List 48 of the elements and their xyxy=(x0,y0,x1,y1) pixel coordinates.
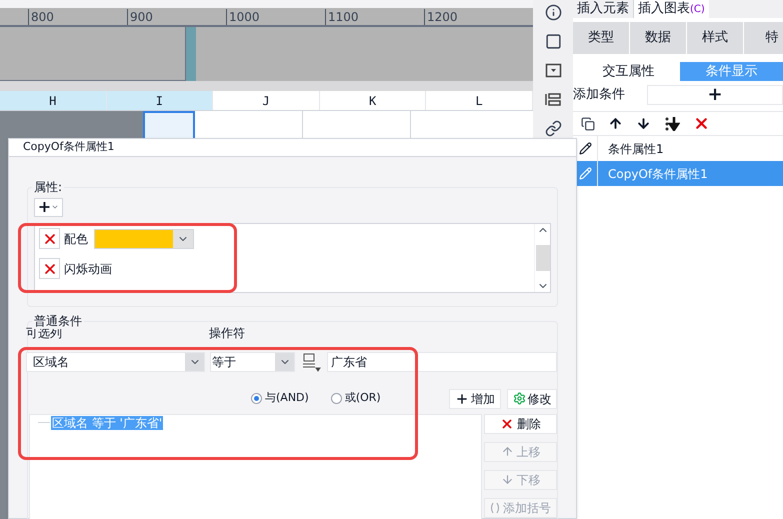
add-button[interactable]: 增加 xyxy=(449,388,501,408)
side-button[interactable]: 删除 xyxy=(484,414,557,434)
color-dropdown[interactable] xyxy=(94,228,194,248)
move-bottom-icon[interactable] xyxy=(664,116,680,131)
parentheses-icon xyxy=(490,502,500,514)
condition-name: CopyOf条件属性1 xyxy=(607,166,708,182)
delete-icon[interactable] xyxy=(693,115,710,132)
link-icon[interactable] xyxy=(544,120,562,137)
close-icon xyxy=(500,416,514,430)
column-header[interactable]: H xyxy=(0,91,107,110)
attributes-legend: 属性: xyxy=(32,178,64,194)
column-combo[interactable]: 区域名 xyxy=(26,352,205,372)
info-icon[interactable] xyxy=(544,4,562,21)
attribute-label: 配色 xyxy=(64,230,88,248)
panel-tab[interactable]: 数据 xyxy=(630,22,686,54)
layers-icon[interactable] xyxy=(544,91,562,108)
add-attribute-button[interactable]: + xyxy=(34,198,63,216)
value-field[interactable]: 广东省 xyxy=(327,352,557,372)
square-icon[interactable] xyxy=(544,33,562,50)
logic-radio[interactable]: 或(OR) xyxy=(330,390,381,407)
remove-button[interactable] xyxy=(39,228,60,249)
caret-icon xyxy=(51,203,60,211)
plus-icon xyxy=(455,392,469,406)
operator-label: 操作符 xyxy=(209,326,245,340)
dropdown-box-icon[interactable] xyxy=(544,62,562,79)
logic-radio[interactable]: 与(AND) xyxy=(251,390,309,407)
gear-icon xyxy=(512,392,526,405)
panel-tab[interactable]: 类型 xyxy=(573,22,629,54)
add-condition-button[interactable]: + xyxy=(647,85,783,105)
column-header[interactable]: I xyxy=(106,91,214,110)
conditions-legend: 普通条件 xyxy=(32,312,84,328)
copy-icon[interactable] xyxy=(581,116,595,130)
top-tab[interactable]: 插入图表(C) xyxy=(633,0,709,18)
attribute-label: 闪烁动画 xyxy=(64,260,112,278)
add-condition-label: 添加条件 xyxy=(573,86,625,104)
edit-button[interactable]: 修改 xyxy=(507,388,557,408)
condition-name: 条件属性1 xyxy=(607,140,664,158)
pencil-icon[interactable] xyxy=(578,142,592,155)
text-type-icon[interactable] xyxy=(300,352,322,372)
panel-tab[interactable]: 特 xyxy=(744,22,783,54)
arrow-up-icon xyxy=(500,445,514,458)
arrow-down-icon[interactable] xyxy=(636,116,651,131)
arrow-down-icon xyxy=(500,473,514,486)
panel-tab[interactable]: 样式 xyxy=(687,22,743,54)
dialog-title: CopyOf条件属性1 xyxy=(23,139,114,155)
remove-button[interactable] xyxy=(39,258,60,279)
scrollbar[interactable] xyxy=(534,224,550,292)
operator-combo[interactable]: 等于 xyxy=(210,352,295,372)
